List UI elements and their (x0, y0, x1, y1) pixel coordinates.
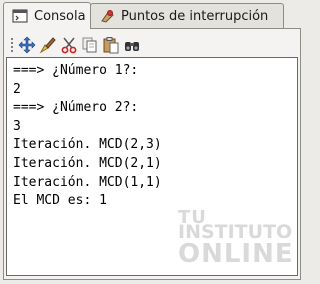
tab-bar: Consola Puntos de interrupción (0, 0, 304, 29)
find-icon[interactable] (123, 36, 141, 54)
tab-puntos-de-interrupcion[interactable]: Puntos de interrupción (90, 3, 284, 28)
console-line: ===> ¿Número 2?: (13, 100, 139, 116)
console-icon (12, 8, 28, 24)
tab-label: Consola (34, 8, 86, 24)
watermark-logo: TU INSTITUTO ONLINE (178, 207, 293, 269)
console-line: 2 (13, 81, 21, 97)
console-toolbar (10, 34, 144, 56)
console-line: ===> ¿Número 1?: (13, 63, 139, 78)
tab-label: Puntos de interrupción (121, 8, 269, 24)
breakpoint-icon (99, 8, 115, 24)
clear-icon[interactable] (39, 36, 57, 54)
tab-consola[interactable]: Consola (3, 2, 91, 29)
cut-icon[interactable] (60, 36, 78, 54)
move-icon[interactable] (18, 36, 36, 54)
copy-icon[interactable] (81, 36, 99, 54)
console-panel: ===> ¿Número 1?: 2 ===> ¿Número 2?: 3 Iterac… (3, 28, 301, 280)
console-line: Iteración. MCD(2,3) (13, 137, 162, 153)
console-line: Iteración. MCD(1,1) (13, 174, 162, 190)
console-line: Iteración. MCD(2,1) (13, 155, 162, 171)
toolbar-grip[interactable] (10, 37, 14, 53)
watermark-line: ONLINE (178, 239, 294, 269)
paste-icon[interactable] (102, 36, 120, 54)
console-line: 3 (13, 118, 21, 134)
